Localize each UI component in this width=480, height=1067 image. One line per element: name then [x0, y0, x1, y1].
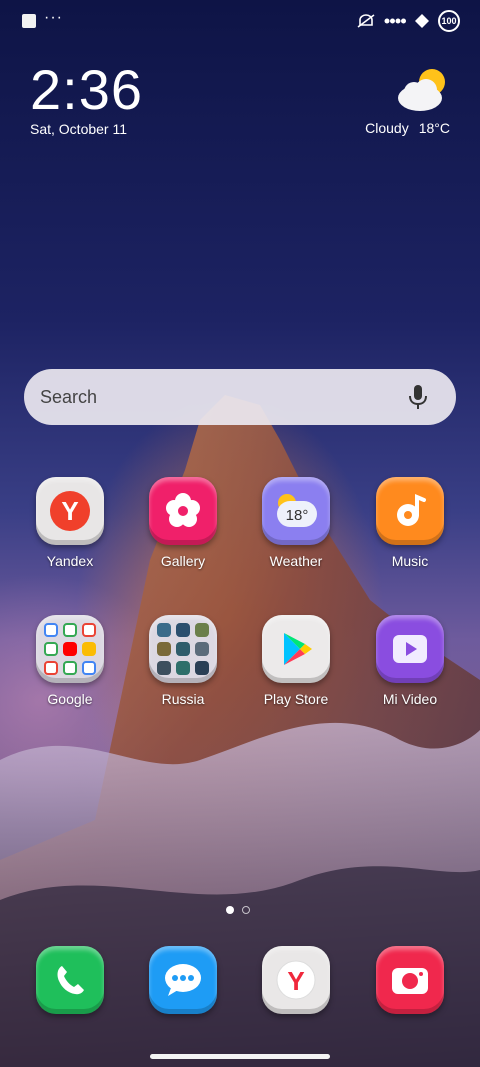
- folder-preview: [157, 623, 209, 675]
- folder-russia[interactable]: Russia: [128, 615, 238, 707]
- app-music[interactable]: Music: [355, 477, 465, 569]
- weather-icon[interactable]: 18°: [262, 477, 330, 545]
- data-diamond-icon: [415, 14, 429, 28]
- app-gallery[interactable]: Gallery: [128, 477, 238, 569]
- message-bubble-icon[interactable]: [149, 946, 217, 1014]
- app-label: Play Store: [263, 691, 329, 707]
- app-label: Music: [391, 553, 429, 569]
- dock-phone[interactable]: [15, 946, 125, 1014]
- folder-icon[interactable]: [149, 615, 217, 683]
- music-note-icon[interactable]: [376, 477, 444, 545]
- folder-google[interactable]: Google: [15, 615, 125, 707]
- page-dot: [242, 906, 250, 914]
- app-yandex[interactable]: Y Yandex: [15, 477, 125, 569]
- app-label: Mi Video: [382, 691, 438, 707]
- search-bar[interactable]: Search: [24, 369, 456, 425]
- weather-summary[interactable]: Cloudy 18°C: [365, 120, 450, 136]
- app-play-store[interactable]: Play Store: [241, 615, 351, 707]
- weather-condition: Cloudy: [365, 120, 409, 136]
- app-label: Weather: [269, 553, 323, 569]
- clock-time[interactable]: 2:36: [30, 60, 143, 120]
- search-input[interactable]: Search: [40, 387, 406, 408]
- folder-preview: [44, 623, 96, 675]
- page-dot-active: [226, 906, 234, 914]
- svg-text:Y: Y: [287, 966, 304, 996]
- app-label: Russia: [161, 691, 205, 707]
- dock-camera[interactable]: [355, 946, 465, 1014]
- weather-badge: 18°: [286, 507, 309, 524]
- camera-icon[interactable]: [376, 946, 444, 1014]
- video-play-icon[interactable]: [376, 615, 444, 683]
- svg-text:Y: Y: [61, 496, 78, 526]
- folder-icon[interactable]: [36, 615, 104, 683]
- play-store-icon[interactable]: [262, 615, 330, 683]
- cloudy-sun-icon[interactable]: [394, 66, 452, 112]
- more-notifications-dots: ···: [44, 9, 63, 26]
- app-weather[interactable]: 18° Weather: [241, 477, 351, 569]
- app-mi-video[interactable]: Mi Video: [355, 615, 465, 707]
- yandex-browser-icon[interactable]: Y: [262, 946, 330, 1014]
- clock-date[interactable]: Sat, October 11: [30, 121, 127, 137]
- silent-alarm-icon: [357, 14, 375, 28]
- gallery-flower-icon[interactable]: [149, 477, 217, 545]
- microphone-icon[interactable]: [406, 383, 430, 411]
- signal-dots-icon: [384, 18, 406, 24]
- app-label: Google: [47, 691, 93, 707]
- battery-icon: 100: [438, 10, 460, 32]
- phone-icon[interactable]: [36, 946, 104, 1014]
- app-label: Yandex: [46, 553, 94, 569]
- weather-temperature: 18°C: [418, 120, 450, 136]
- yandex-icon[interactable]: Y: [36, 477, 104, 545]
- dock-messages[interactable]: [128, 946, 238, 1014]
- app-label: Gallery: [160, 553, 206, 569]
- status-icons: 100: [356, 10, 460, 32]
- notification-square-icon: [22, 14, 36, 28]
- dock-browser[interactable]: Y: [241, 946, 351, 1014]
- home-gesture-handle[interactable]: [150, 1054, 330, 1059]
- page-indicator: [226, 906, 250, 914]
- status-bar: ··· 100: [0, 0, 480, 40]
